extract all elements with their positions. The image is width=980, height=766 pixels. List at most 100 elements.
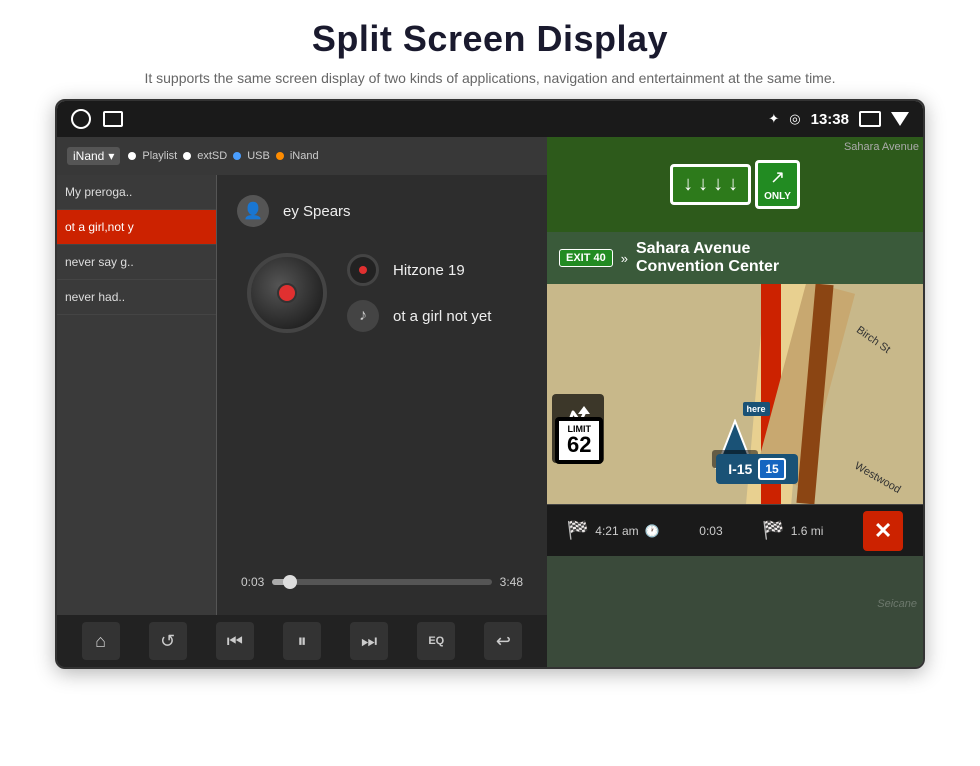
circle-icon: [71, 109, 91, 129]
eq-button[interactable]: EQ: [417, 622, 455, 660]
nav-bottom-bar: 🏁 4:21 am 🕐 0:03 🏁 1.6 mi ✕: [547, 504, 923, 556]
album-name: Hitzone 19: [393, 262, 465, 279]
status-bar: ✦ ◎ 13:38: [57, 101, 923, 137]
progress-bar-container: 0:03 3:48: [241, 575, 523, 589]
dropdown-arrow-icon: ▾: [108, 149, 114, 163]
status-time: 13:38: [811, 111, 849, 128]
usb-option[interactable]: USB: [247, 150, 270, 162]
chevron-right-icon: »: [621, 251, 628, 266]
arrow-down-icon-4: ↓: [728, 173, 738, 196]
close-nav-button[interactable]: ✕: [863, 511, 903, 551]
track-name: ot a girl not yet: [393, 308, 491, 325]
speed-value: 62: [567, 434, 591, 456]
arrow-up-right-icon: ↗: [770, 167, 785, 188]
progress-thumb: [283, 575, 297, 589]
highway-sign: ↓ ↓ ↓ ↓: [670, 164, 751, 205]
nav-map: ↓ ↓ ↓ ↓ ↗ ONLY Sahara Avenue EXIT 4: [547, 137, 923, 667]
speed-sign: LIMIT 62: [555, 417, 603, 464]
arrow-down-icon-3: ↓: [713, 173, 723, 196]
artist-row: 👤 ey Spears: [237, 195, 527, 227]
status-left: [71, 109, 123, 129]
album-row: Hitzone 19: [347, 254, 491, 286]
list-item[interactable]: ot a girl,not y: [57, 210, 216, 245]
device-frame: ✦ ◎ 13:38 iNand ▾ Playlist extSD: [55, 99, 925, 669]
status-right: ✦ ◎ 13:38: [768, 111, 909, 128]
eta-item: 🏁 4:21 am 🕐: [567, 520, 660, 541]
player-center: 👤 ey Spears Hitzone 19: [217, 175, 547, 615]
artist-icon: 👤: [237, 195, 269, 227]
elapsed-item: 0:03: [699, 524, 722, 538]
inand-dot-icon: [276, 152, 284, 160]
track-info: 👤 ey Spears Hitzone 19: [227, 195, 537, 343]
list-item[interactable]: My preroga..: [57, 175, 216, 210]
source-label: iNand: [73, 149, 104, 163]
remaining-item: 🏁 1.6 mi: [762, 520, 823, 541]
birch-st-label: Birch St: [855, 324, 893, 356]
progress-bar[interactable]: [272, 579, 491, 585]
source-options: Playlist extSD USB iNand: [128, 150, 318, 162]
route-label: I-15: [728, 461, 752, 477]
watermark: Seicane: [871, 596, 923, 612]
prev-button[interactable]: ⏮: [216, 622, 254, 660]
controls-bar: ⌂ ↺ ⏮ ⏸ ⏭ EQ ↩: [57, 615, 547, 667]
arrow-down-icon: ↓: [683, 173, 693, 196]
page-header: Split Screen Display It supports the sam…: [0, 0, 980, 99]
page-title: Split Screen Display: [0, 18, 980, 60]
time-current: 0:03: [241, 575, 264, 589]
eta-value: 4:21 am: [595, 524, 638, 538]
exit-badge: EXIT 40: [559, 249, 613, 267]
list-item[interactable]: never say g..: [57, 245, 216, 280]
vinyl-icon: [347, 254, 379, 286]
playlist-dot-icon: [128, 152, 136, 160]
flag-start-icon: 🏁: [567, 520, 589, 541]
playlist-area: My preroga.. ot a girl,not y never say g…: [57, 175, 547, 615]
street-name: Sahara Avenue: [636, 240, 779, 258]
progress-section: 0:03 3:48: [227, 575, 537, 595]
image-icon: [103, 111, 123, 127]
only-sign: ↗ ONLY: [755, 160, 800, 209]
elapsed-value: 0:03: [699, 524, 722, 538]
next-button[interactable]: ⏭: [350, 622, 388, 660]
direction-text-block: Sahara Avenue Convention Center: [636, 240, 779, 276]
screen-icon: [859, 111, 881, 127]
remaining-value: 1.6 mi: [791, 524, 824, 538]
route-shield: 15: [758, 458, 785, 480]
map-area: Birch St Westwood 500 ft: [547, 284, 923, 504]
arrow-down-icon-2: ↓: [698, 173, 708, 196]
back-icon: [891, 112, 909, 126]
main-content: iNand ▾ Playlist extSD USB iNand: [57, 137, 923, 667]
street-name-top: Sahara Avenue: [844, 141, 919, 153]
inand-option[interactable]: iNand: [290, 150, 319, 162]
list-item[interactable]: never had..: [57, 280, 216, 315]
track-row: ♪ ot a girl not yet: [347, 300, 491, 332]
usb-dot-icon: [233, 152, 241, 160]
here-logo: here: [743, 402, 770, 416]
music-note-icon: ♪: [347, 300, 379, 332]
source-bar: iNand ▾ Playlist extSD USB iNand: [57, 137, 547, 175]
playlist-option[interactable]: Playlist: [142, 150, 177, 162]
clock-icon: 🕐: [645, 524, 660, 538]
route-marker: I-15 15: [716, 454, 797, 484]
westwood-label: Westwood: [852, 460, 902, 496]
back-button[interactable]: ↩: [484, 622, 522, 660]
page-subtitle: It supports the same screen display of t…: [0, 68, 980, 89]
playlist-list: My preroga.. ot a girl,not y never say g…: [57, 175, 217, 615]
only-label: ONLY: [764, 191, 791, 202]
extsd-option[interactable]: extSD: [197, 150, 227, 162]
time-total: 3:48: [500, 575, 523, 589]
highway-signs: ↓ ↓ ↓ ↓ ↗ ONLY Sahara Avenue: [547, 137, 923, 232]
flag-end-icon: 🏁: [762, 520, 784, 541]
music-player-panel: iNand ▾ Playlist extSD USB iNand: [57, 137, 547, 667]
artist-name: ey Spears: [283, 203, 351, 220]
source-dropdown[interactable]: iNand ▾: [67, 147, 120, 165]
extsd-dot-icon: [183, 152, 191, 160]
album-area: Hitzone 19 ♪ ot a girl not yet: [237, 253, 527, 333]
pause-button[interactable]: ⏸: [283, 622, 321, 660]
destination-name: Convention Center: [636, 258, 779, 276]
repeat-button[interactable]: ↺: [149, 622, 187, 660]
location-icon: ◎: [789, 111, 800, 127]
navigation-panel: ↓ ↓ ↓ ↓ ↗ ONLY Sahara Avenue EXIT 4: [547, 137, 923, 667]
direction-sign: EXIT 40 » Sahara Avenue Convention Cente…: [547, 232, 923, 284]
home-button[interactable]: ⌂: [82, 622, 120, 660]
album-art: [247, 253, 327, 333]
